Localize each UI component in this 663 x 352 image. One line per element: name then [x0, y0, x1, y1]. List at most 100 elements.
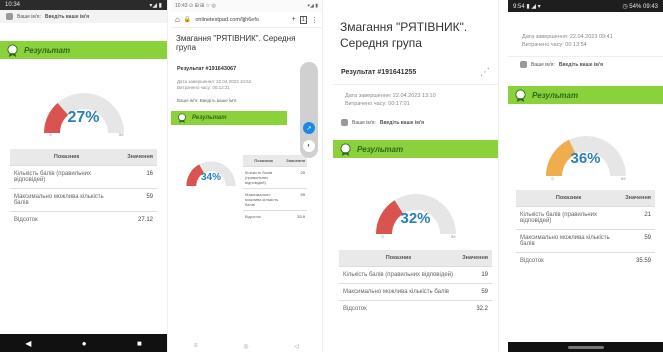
th-value: Значення — [457, 250, 492, 267]
row-label: Відсоток — [243, 210, 285, 222]
table-row: Максимально можлива кількість балів 59 — [10, 188, 157, 212]
award-badge-icon — [515, 88, 526, 102]
row-value: 21 — [621, 206, 655, 230]
nav-recents-icon[interactable]: ■ — [137, 339, 142, 348]
time-line: Витрачено часу: 00:17:01 — [345, 101, 410, 108]
row-value: 27.12 — [123, 211, 157, 228]
user-icon — [6, 13, 13, 20]
result-gauge: 36% 0 59 — [534, 120, 638, 181]
gauge-svg — [375, 194, 456, 235]
row-value: 20 — [284, 166, 307, 189]
result-title: Результат — [192, 115, 227, 121]
nav-back-icon[interactable]: ◀ — [25, 339, 31, 348]
award-badge-icon — [7, 43, 18, 57]
table-header: Показник Значення — [339, 250, 492, 267]
result-table: Показник Значення Кількість балів (прави… — [243, 155, 307, 222]
night-mode-icon[interactable]: ◐ — [303, 140, 315, 152]
nav-back-icon[interactable]: ◁ — [294, 343, 299, 350]
th-indicator: Показник — [339, 250, 458, 267]
result-table: Показник Значення Кількість балів (прави… — [516, 190, 655, 269]
gauge-svg — [186, 161, 236, 186]
user-name-link[interactable]: Введіть ваше ім'я — [380, 120, 424, 126]
user-name-line: Ваше ім'я: Введіть ваше ім'я — [333, 115, 498, 130]
table-row: Відсоток 27.12 — [10, 211, 157, 228]
nav-home-icon[interactable]: ● — [82, 339, 87, 348]
th-value: Значення — [123, 149, 157, 166]
android-nav-bar — [508, 342, 663, 352]
status-bar: 10:34 ▾◢ ▮ — [0, 0, 167, 10]
tabs-icon[interactable]: 1 — [299, 15, 307, 24]
nav-recents-icon[interactable]: ≡ — [194, 343, 198, 349]
table-row: Кількість балів (правильних відповідей) … — [339, 266, 492, 284]
table-row: Відсоток 35.59 — [516, 252, 655, 269]
user-name-line: Ваше ім'я: Введіть ваше ім'я — [508, 56, 663, 72]
share-icon[interactable]: ⋰ — [480, 67, 490, 78]
result-number: Результат #191641255 — [341, 69, 417, 77]
gauge-percent: 36% — [570, 150, 601, 167]
screenshot-panel-4: 9:54 ▮ ◢ ▾ ◷ 54% 09:43 Дата завершення: … — [508, 0, 663, 352]
android-nav-bar: ≡ ◎ ◁ — [171, 340, 322, 352]
lock-icon: 🔒 — [183, 17, 192, 23]
share-fab-icon[interactable]: ↗ — [303, 122, 315, 134]
add-tab-icon[interactable]: + — [292, 16, 296, 23]
result-table: Показник Значення Кількість балів (прави… — [10, 149, 157, 228]
result-title: Результат — [532, 90, 579, 100]
table-header: Показник Значення — [516, 190, 655, 207]
result-table-wrap: Показник Значення Кількість балів (прави… — [0, 149, 167, 228]
row-label: Максимально можлива кількість балів — [243, 188, 285, 211]
th-indicator: Показник — [243, 155, 285, 167]
gauge-max: 59 — [451, 234, 456, 240]
gauge-max: 59 — [119, 132, 124, 137]
row-value: 33.9 — [284, 210, 307, 222]
date-line: Дата завершення: 22.04.2023 09:41 — [522, 34, 613, 40]
gauge-percent: 34% — [200, 172, 221, 183]
row-value: 16 — [123, 165, 157, 189]
android-nav-bar: ◀ ● ■ — [0, 334, 167, 352]
menu-icon[interactable]: ⋮ — [311, 16, 318, 24]
row-value: 59 — [123, 188, 157, 212]
home-icon[interactable]: ⌂ — [175, 15, 180, 24]
table-row: Максимально можлива кількість балів 59 — [516, 229, 655, 253]
th-indicator: Показник — [10, 149, 124, 166]
page-title: Змагання "РЯТІВНИК". Середня група — [176, 34, 296, 52]
user-icon — [520, 61, 527, 68]
floating-toolbar: ↗ ◐ — [300, 62, 318, 158]
status-icons: ▾◢ ▮ — [149, 2, 162, 9]
page-title: Змагання "РЯТІВНИК". Середня група — [340, 20, 468, 50]
award-badge-icon — [340, 143, 351, 156]
browser-url-bar: ⌂ 🔒 onlinetestpad.com/ljjh6efo + 1 ⋮ — [171, 12, 322, 28]
row-label: Максимально можлива кількість балів — [516, 229, 622, 253]
table-row: Кількість балів (правильних відповідей) … — [516, 206, 655, 230]
user-name-line: Ваше ім'я: Введіть ваше ім'я — [0, 10, 167, 23]
gauge-min: 0 — [551, 176, 554, 181]
table-row: Відсоток 33.9 — [243, 210, 307, 222]
result-header: Результат — [508, 86, 663, 104]
row-label: Максимально можлива кількість балів — [339, 283, 458, 301]
nav-home-icon[interactable]: ◎ — [243, 343, 248, 350]
result-title: Результат — [24, 45, 71, 55]
user-name-link[interactable]: Введіть ваше ім'я — [559, 62, 603, 68]
status-bar: 9:54 ▮ ◢ ▾ ◷ 54% 09:43 — [508, 0, 663, 12]
nav-home-pill[interactable] — [567, 345, 604, 349]
th-indicator: Показник — [516, 190, 622, 207]
user-label: Ваше ім'я: — [352, 119, 376, 126]
screenshot-panel-2: 10:43 ⊙ ⊞ ⊞ ☆ ◎ ▾◢ ▮ ⌂ 🔒 onlinetestpad.c… — [171, 0, 323, 352]
row-value: 32.2 — [457, 300, 492, 318]
time-line: Витрачено часу: 00:13:54 — [522, 42, 587, 48]
screenshot-panel-1: 10:34 ▾◢ ▮ Ваше ім'я: Введіть ваше ім'я … — [0, 0, 168, 352]
user-label: Ваше ім'я: — [531, 61, 555, 68]
url-text[interactable]: onlinetestpad.com/ljjh6efo — [195, 17, 287, 23]
result-table-wrap: Показник Значення Кількість балів (прави… — [333, 250, 498, 318]
row-value: 59 — [457, 283, 492, 301]
row-label: Кількість балів (правильних відповідей) — [243, 166, 285, 189]
row-label: Відсоток — [10, 211, 124, 228]
table-header: Показник Значення — [10, 149, 157, 166]
result-gauge: 34% — [179, 150, 243, 190]
status-icons: ▾◢ ▮ — [307, 3, 319, 9]
status-left: 10:43 ⊙ ⊞ ⊞ ☆ ◎ — [175, 3, 216, 9]
result-number-row: Результат #191641255 ⋰ — [333, 51, 498, 86]
gauge-percent: 27% — [67, 109, 100, 126]
user-name-link[interactable]: Введіть ваше ім'я — [45, 14, 89, 20]
result-header: Результат — [0, 41, 167, 59]
result-header: Результат — [171, 111, 287, 125]
